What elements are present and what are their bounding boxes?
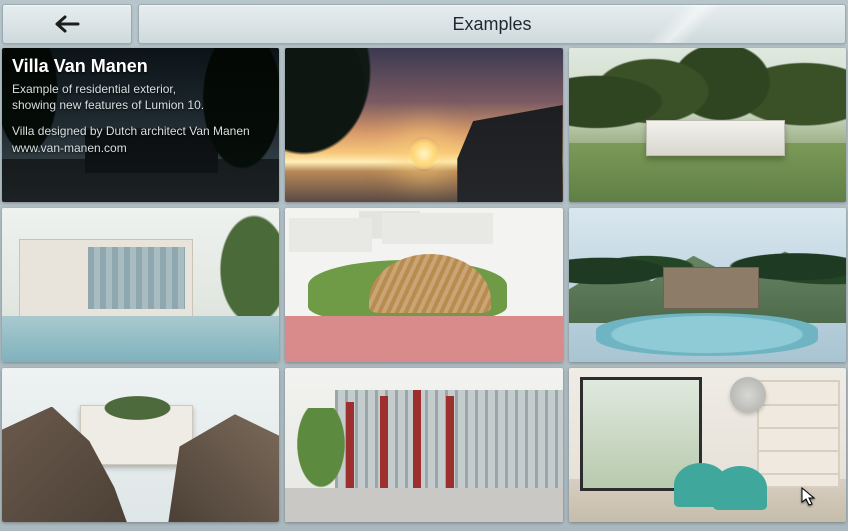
hover-line: www.van-manen.com <box>12 140 269 156</box>
header: Examples <box>0 0 848 44</box>
examples-browser: Examples Villa Van Manen Example of resi… <box>0 0 848 531</box>
example-forest-pavilion[interactable] <box>569 48 846 202</box>
back-button[interactable] <box>2 4 132 44</box>
example-mountain-lodge[interactable] <box>569 208 846 362</box>
example-arched-campus[interactable] <box>285 208 562 362</box>
tile-hover-overlay: Villa Van Manen Example of residential e… <box>2 48 279 202</box>
title-text: Examples <box>452 14 531 35</box>
arrow-left-icon <box>54 15 80 33</box>
hover-line: showing new features of Lumion 10. <box>12 97 269 113</box>
hover-line: Example of residential exterior, <box>12 81 269 97</box>
example-beach-sunset[interactable] <box>285 48 562 202</box>
example-interior-living[interactable] <box>569 368 846 522</box>
example-cliff-villa[interactable] <box>2 368 279 522</box>
title-bar: Examples <box>138 4 846 44</box>
example-villa-van-manen[interactable]: Villa Van Manen Example of residential e… <box>2 48 279 202</box>
example-modern-pool-house[interactable] <box>2 208 279 362</box>
hover-title: Villa Van Manen <box>12 56 269 77</box>
example-red-steel-hall[interactable] <box>285 368 562 522</box>
hover-line: Villa designed by Dutch architect Van Ma… <box>12 123 269 139</box>
examples-grid: Villa Van Manen Example of residential e… <box>0 44 848 524</box>
